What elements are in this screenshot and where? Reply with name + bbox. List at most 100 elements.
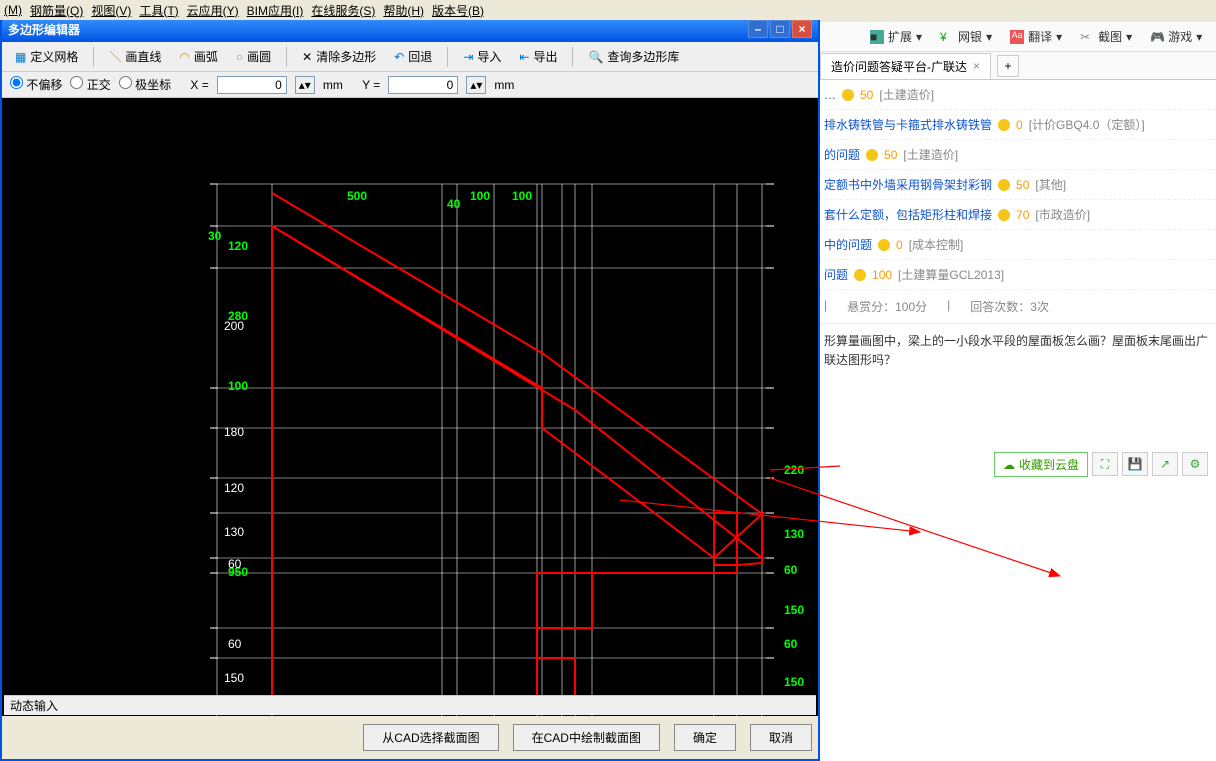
svg-text:180: 180 [224,425,244,439]
points: 50 [1016,178,1029,192]
question-row[interactable]: … 50 [土建造价] [820,80,1216,110]
coin-icon [842,89,854,101]
close-icon[interactable]: × [792,20,812,38]
question-row[interactable]: 问题 100 [土建算量GCL2013] [820,260,1216,290]
question-link[interactable]: … [824,88,836,102]
svg-text:200: 200 [224,319,244,333]
cancel-button[interactable]: 取消 [750,724,812,751]
coin-icon [998,179,1010,191]
draw-circle-button[interactable]: ○画圆 [229,45,278,68]
question-meta: |悬赏分：100分|回答次数：3次 [820,290,1216,324]
save-icon[interactable]: 💾 [1122,452,1148,476]
svg-text:500: 500 [347,189,367,203]
question-link[interactable]: 的问题 [824,146,860,163]
arc-icon: ◠ [179,50,189,64]
svg-text:30: 30 [208,229,222,243]
export-button[interactable]: ⇤导出 [512,45,564,68]
svg-text:120: 120 [224,481,244,495]
svg-text:130: 130 [784,527,804,541]
svg-text:130: 130 [224,525,244,539]
gear-icon[interactable]: ⚙ [1182,452,1208,476]
new-tab-button[interactable]: + [997,55,1019,77]
host-menubar: (M)钢筋量(Q)视图(V)工具(T)云应用(Y)BIM应用(I)在线服务(S)… [0,0,1216,20]
ok-button[interactable]: 确定 [674,724,736,751]
tab-active[interactable]: 造价问题答疑平台-广联达 × [820,53,991,79]
fullscreen-icon[interactable]: ⛶ [1092,452,1118,476]
question-row[interactable]: 中的问题 0 [成本控制] [820,230,1216,260]
undo-button[interactable]: ↶回退 [387,45,439,68]
category: [土建造价] [903,146,958,163]
import-icon: ⇥ [463,50,473,64]
svg-text:60: 60 [228,557,242,571]
radio-ortho[interactable]: 正交 [70,76,110,93]
select-from-cad-button[interactable]: 从CAD选择截面图 [363,724,498,751]
maximize-icon[interactable]: □ [770,20,790,38]
clear-icon: ✕ [302,50,312,64]
clear-polygon-button[interactable]: ✕清除多边形 [295,45,383,68]
question-body: 形算量画图中，梁上的一小段水平段的屋面板怎么画？屋面板末尾画出广联达图形吗？ [820,324,1216,378]
y-input[interactable] [388,76,458,94]
svg-text:60: 60 [784,563,798,577]
coin-icon [878,239,890,251]
question-link[interactable]: 中的问题 [824,236,872,253]
svg-text:120: 120 [228,239,248,253]
points: 70 [1016,208,1029,222]
draw-line-button[interactable]: ＼画直线 [102,45,168,68]
coord-bar: 不偏移 正交 极坐标 X = ▴▾ mm Y = ▴▾ mm [2,72,818,98]
radio-polar[interactable]: 极坐标 [119,76,171,93]
image-toolbar: ☁收藏到云盘 ⛶ 💾 ↗ ⚙ [994,452,1208,477]
category: [土建造价] [879,86,934,103]
points: 50 [860,88,873,102]
draw-arc-button[interactable]: ◠画弧 [172,45,225,68]
drawing-canvas[interactable]: 5004010010030120280100950220130601506015… [2,98,818,716]
share-icon[interactable]: ↗ [1152,452,1178,476]
close-icon[interactable]: × [973,59,980,73]
svg-text:100: 100 [512,189,532,203]
y-spinner[interactable]: ▴▾ [466,76,486,94]
question-link[interactable]: 问题 [824,266,848,283]
category: [土建算量GCL2013] [898,266,1004,283]
ext-button[interactable]: ■扩展 ▾ [870,28,922,45]
save-to-cloud-button[interactable]: ☁收藏到云盘 [994,452,1088,477]
screenshot-button[interactable]: ✂截图 ▾ [1080,28,1132,45]
x-input[interactable] [217,76,287,94]
category: [其他] [1035,176,1066,193]
bank-button[interactable]: ¥网银 ▾ [940,28,992,45]
radio-no-offset[interactable]: 不偏移 [10,76,62,93]
line-icon: ＼ [109,48,121,65]
grid-icon: ▦ [15,50,26,64]
question-link[interactable]: 排水铸铁管与卡箍式排水铸铁管 [824,116,992,133]
points: 100 [872,268,892,282]
svg-text:60: 60 [784,637,798,651]
translate-button[interactable]: Aa翻译 ▾ [1010,28,1062,45]
svg-text:40: 40 [447,197,461,211]
question-link[interactable]: 定额书中外墙采用钢骨架封彩钢 [824,176,992,193]
question-row[interactable]: 的问题 50 [土建造价] [820,140,1216,170]
svg-text:220: 220 [784,463,804,477]
question-row[interactable]: 定额书中外墙采用钢骨架封彩钢 50 [其他] [820,170,1216,200]
question-row[interactable]: 排水铸铁管与卡箍式排水铸铁管 0 [计价GBQ4.0（定额）] [820,110,1216,140]
import-button[interactable]: ⇥导入 [456,45,508,68]
browser-tabstrip: 造价问题答疑平台-广联达 × + [820,52,1216,80]
draw-in-cad-button[interactable]: 在CAD中绘制截面图 [513,724,660,751]
question-link[interactable]: 套什么定额，包括矩形柱和焊接 [824,206,992,223]
category: [成本控制] [909,236,964,253]
coin-icon [998,209,1010,221]
export-icon: ⇤ [519,50,529,64]
svg-text:100: 100 [224,715,244,716]
browser-ext-toolbar: ■扩展 ▾ ¥网银 ▾ Aa翻译 ▾ ✂截图 ▾ 🎮游戏 ▾ [820,22,1216,52]
x-spinner[interactable]: ▴▾ [295,76,315,94]
define-grid-button[interactable]: ▦定义网格 [8,45,85,68]
points: 0 [1016,118,1023,132]
polygon-editor-window: 多边形编辑器 – □ × ▦定义网格 ＼画直线 ◠画弧 ○画圆 ✕清除多边形 ↶… [0,16,820,761]
window-title: 多边形编辑器 [8,21,80,38]
coin-icon [866,149,878,161]
games-button[interactable]: 🎮游戏 ▾ [1150,28,1202,45]
coin-icon [854,269,866,281]
question-row[interactable]: 套什么定额，包括矩形柱和焊接 70 [市政造价] [820,200,1216,230]
dialog-buttons: 从CAD选择截面图 在CAD中绘制截面图 确定 取消 [2,721,812,753]
qa-panel: … 50 [土建造价]排水铸铁管与卡箍式排水铸铁管 0 [计价GBQ4.0（定额… [820,80,1216,761]
minimize-icon[interactable]: – [748,20,768,38]
points: 0 [896,238,903,252]
query-library-button[interactable]: 🔍查询多边形库 [581,45,686,68]
